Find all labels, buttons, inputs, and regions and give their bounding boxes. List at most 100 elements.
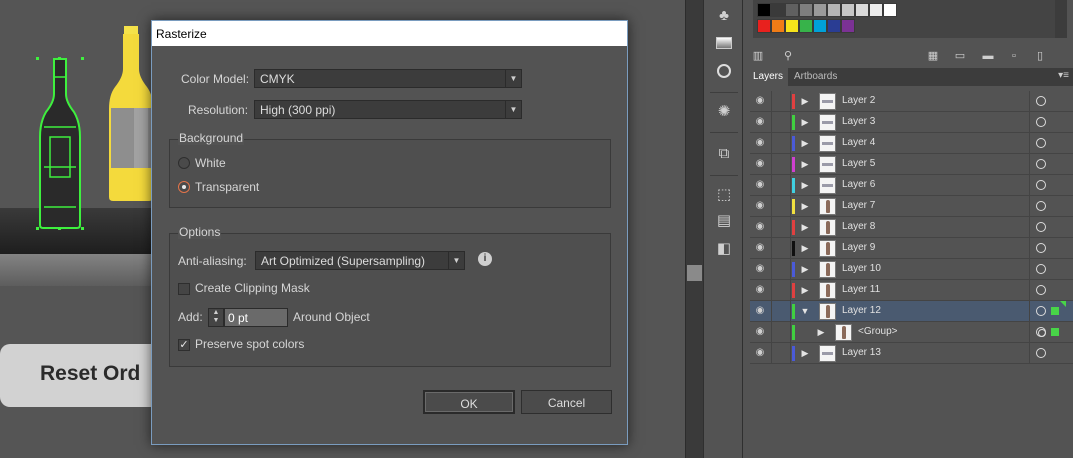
target-circle-icon[interactable] <box>1036 243 1046 253</box>
transparent-radio[interactable] <box>178 181 190 193</box>
target-circle-icon[interactable] <box>1036 201 1046 211</box>
collapsed-triangle-icon[interactable]: ▶ <box>816 326 826 338</box>
folder-icon[interactable]: ▬ <box>981 49 995 63</box>
collapsed-triangle-icon[interactable]: ▶ <box>800 200 810 212</box>
white-radio-label[interactable]: White <box>195 156 226 170</box>
yellow-bottle-artwork[interactable] <box>108 26 154 202</box>
layer-name[interactable]: Layer 7 <box>842 200 875 211</box>
expanded-triangle-icon[interactable]: ▼ <box>800 305 810 317</box>
eye-icon[interactable]: ◉ <box>754 200 766 212</box>
layer-name[interactable]: <Group> <box>858 326 897 337</box>
swatch[interactable] <box>841 3 855 17</box>
transparency-icon[interactable] <box>715 62 733 80</box>
layer-name[interactable]: Layer 9 <box>842 242 875 253</box>
align-icon[interactable]: ▤ <box>715 212 733 230</box>
lock-column[interactable] <box>771 301 772 322</box>
symbols-icon[interactable]: ⧉ <box>715 145 733 163</box>
layer-row[interactable]: ◉ ▶ Layer 4 <box>750 133 1073 154</box>
swatch[interactable] <box>827 19 841 33</box>
target-circle-icon[interactable] <box>1036 117 1046 127</box>
target-circle-icon[interactable] <box>1036 285 1046 295</box>
eye-icon[interactable]: ◉ <box>754 179 766 191</box>
lock-column[interactable] <box>771 259 772 280</box>
layer-row[interactable]: ◉ ▶ Layer 10 <box>750 259 1073 280</box>
eye-icon[interactable]: ◉ <box>754 242 766 254</box>
new-swatch-icon[interactable]: ▫ <box>1007 49 1021 63</box>
layer-name[interactable]: Layer 8 <box>842 221 875 232</box>
collapsed-triangle-icon[interactable]: ▶ <box>800 158 810 170</box>
target-circle-icon[interactable] <box>1036 159 1046 169</box>
swatch[interactable] <box>757 19 771 33</box>
eye-icon[interactable]: ◉ <box>754 137 766 149</box>
lock-column[interactable] <box>771 217 772 238</box>
eye-icon[interactable]: ◉ <box>754 158 766 170</box>
layer-name[interactable]: Layer 10 <box>842 263 881 274</box>
swatch[interactable] <box>771 19 785 33</box>
eye-icon[interactable]: ◉ <box>754 326 766 338</box>
sublayer-row[interactable]: ◉ ▶ <Group> <box>750 322 1073 343</box>
layer-row[interactable]: ◉ ▶ Layer 2 <box>750 91 1073 112</box>
clubs-icon[interactable]: ♣ <box>715 7 733 25</box>
swatch[interactable] <box>855 3 869 17</box>
swatch[interactable] <box>827 3 841 17</box>
layer-name[interactable]: Layer 5 <box>842 158 875 169</box>
ok-button[interactable]: OK <box>423 390 515 414</box>
library-icon[interactable]: ▥ <box>751 49 765 63</box>
lock-column[interactable] <box>771 91 772 112</box>
layer-row[interactable]: ◉ ▶ Layer 9 <box>750 238 1073 259</box>
layer-name[interactable]: Layer 2 <box>842 95 875 106</box>
swatch[interactable] <box>869 3 883 17</box>
swatch[interactable] <box>799 3 813 17</box>
target-circle-icon[interactable] <box>1036 180 1046 190</box>
white-radio[interactable] <box>178 157 190 169</box>
scrollbar-thumb[interactable] <box>687 265 702 281</box>
resolution-select[interactable]: High (300 ppi) ▼ <box>254 100 522 119</box>
swatch[interactable] <box>785 19 799 33</box>
trash-icon[interactable]: ▯ <box>1033 49 1047 63</box>
layer-name[interactable]: Layer 6 <box>842 179 875 190</box>
eye-icon[interactable]: ◉ <box>754 284 766 296</box>
lock-column[interactable] <box>771 280 772 301</box>
layer-name[interactable]: Layer 4 <box>842 137 875 148</box>
collapsed-triangle-icon[interactable]: ▶ <box>800 347 810 359</box>
selection-indicator[interactable] <box>1051 307 1059 315</box>
collapsed-triangle-icon[interactable]: ▶ <box>800 179 810 191</box>
swatch[interactable] <box>799 19 813 33</box>
layer-row[interactable]: ◉ ▶ Layer 6 <box>750 175 1073 196</box>
selected-bottle-artwork[interactable] <box>36 57 84 230</box>
layer-name[interactable]: Layer 12 <box>842 305 881 316</box>
layer-row[interactable]: ◉ ▶ Layer 13 <box>750 343 1073 364</box>
swatch-options-icon[interactable]: ▦ <box>926 49 940 63</box>
transform-icon[interactable]: ⬚ <box>715 186 733 204</box>
cancel-button[interactable]: Cancel <box>521 390 612 414</box>
swatch[interactable] <box>813 3 827 17</box>
tab-layers[interactable]: Layers <box>748 68 789 86</box>
tab-artboards[interactable]: Artboards <box>789 68 842 86</box>
target-circle-icon[interactable] <box>1036 327 1046 337</box>
collapsed-triangle-icon[interactable]: ▶ <box>800 263 810 275</box>
collapsed-triangle-icon[interactable]: ▶ <box>800 137 810 149</box>
gradient-icon[interactable] <box>715 34 733 52</box>
swatches-scrollbar[interactable] <box>1055 0 1067 38</box>
layer-row[interactable]: ◉ ▶ Layer 8 <box>750 217 1073 238</box>
appearance-icon[interactable]: ✺ <box>715 103 733 121</box>
target-circle-icon[interactable] <box>1036 264 1046 274</box>
eye-icon[interactable]: ◉ <box>754 305 766 317</box>
panel-menu-icon[interactable]: ▾≡ <box>1058 70 1069 81</box>
canvas-vertical-scrollbar[interactable] <box>685 0 703 458</box>
lock-column[interactable] <box>771 322 772 343</box>
target-circle-icon[interactable] <box>1036 348 1046 358</box>
pathfinder-icon[interactable]: ◧ <box>715 240 733 258</box>
target-circle-icon[interactable] <box>1036 138 1046 148</box>
eye-icon[interactable]: ◉ <box>754 347 766 359</box>
swatch[interactable] <box>883 3 897 17</box>
lock-column[interactable] <box>771 175 772 196</box>
reset-order-button[interactable]: Reset Ord <box>0 344 175 407</box>
layer-row[interactable]: ◉ ▶ Layer 3 <box>750 112 1073 133</box>
selection-indicator[interactable] <box>1051 328 1059 336</box>
swatch[interactable] <box>757 3 771 17</box>
add-stepper-arrows-icon[interactable]: ▲ ▼ <box>208 308 224 327</box>
layer-name[interactable]: Layer 13 <box>842 347 881 358</box>
swatch[interactable] <box>771 3 785 17</box>
collapsed-triangle-icon[interactable]: ▶ <box>800 284 810 296</box>
